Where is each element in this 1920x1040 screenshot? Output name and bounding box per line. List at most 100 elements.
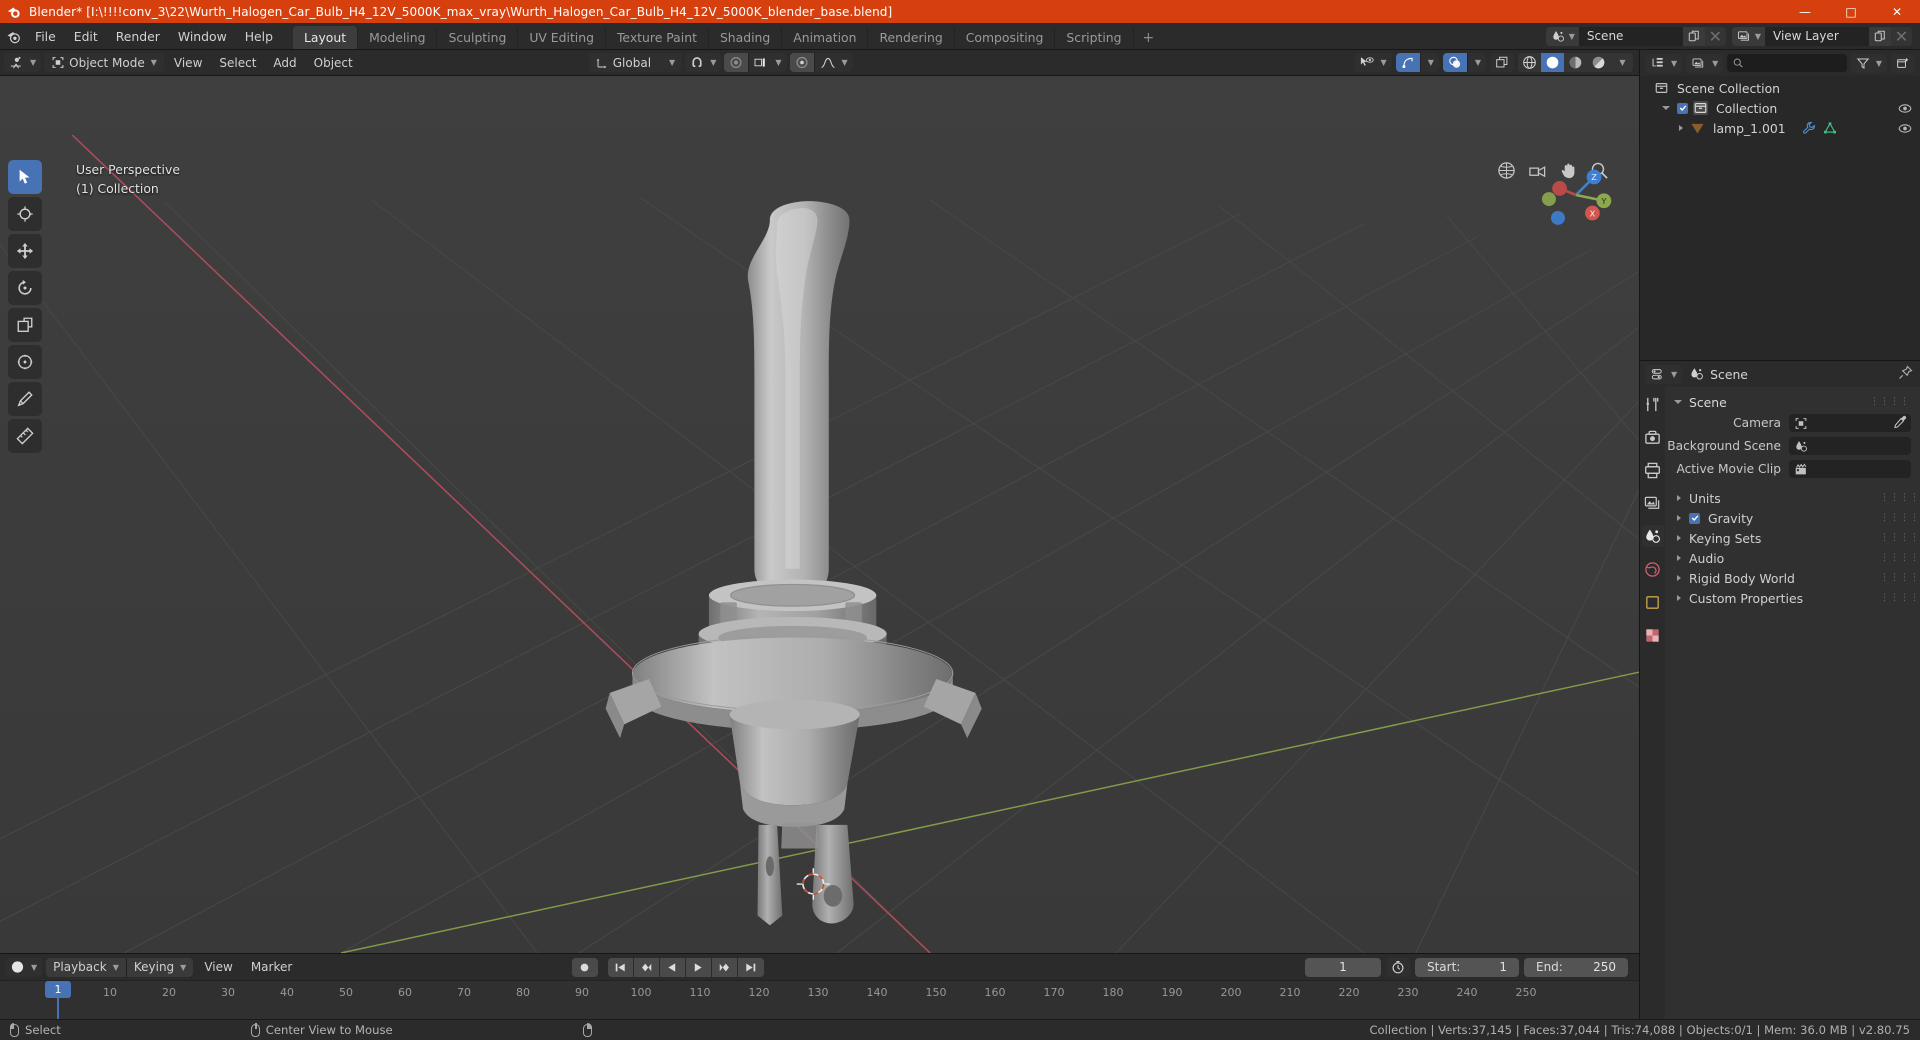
menu-edit[interactable]: Edit [65, 23, 107, 50]
next-keyframe-button[interactable] [711, 957, 738, 977]
viewport-menu-view[interactable]: View [167, 53, 209, 72]
editor-type-selector[interactable]: ▼ [4, 53, 42, 72]
transform-orientation-selector[interactable]: Global ▼ [588, 53, 683, 72]
falloff-curve-selector[interactable]: ▼ [814, 53, 853, 72]
add-workspace-button[interactable]: + [1134, 26, 1164, 49]
properties-tab-render[interactable] [1642, 426, 1664, 448]
tool-measure[interactable] [8, 419, 42, 453]
expand-arrow-icon[interactable] [1679, 125, 1683, 131]
timeline-menu-playback[interactable]: Playback ▼ [46, 957, 126, 977]
tool-scale[interactable] [8, 308, 42, 342]
tool-rotate[interactable] [8, 271, 42, 305]
custom-properties-section[interactable]: Custom Properties ⋮⋮⋮⋮ [1665, 588, 1920, 608]
shading-wireframe-button[interactable] [1518, 53, 1541, 72]
outliner-row-collection[interactable]: Collection [1640, 98, 1920, 118]
menu-render[interactable]: Render [107, 23, 169, 50]
zoom-region-icon[interactable] [1496, 160, 1517, 181]
collection-checkbox[interactable] [1677, 102, 1688, 114]
properties-tab-scene[interactable] [1641, 525, 1664, 547]
mesh-data-icon[interactable] [1823, 121, 1837, 135]
start-frame-field[interactable]: Start: 1 [1414, 957, 1519, 977]
scene-name-field[interactable]: Scene [1578, 26, 1683, 46]
tool-move[interactable] [8, 234, 42, 268]
background-scene-field[interactable] [1789, 437, 1911, 455]
shading-rendered-button[interactable] [1587, 53, 1610, 72]
timeline-menu-view[interactable]: View [197, 958, 239, 977]
proportional-edit-objects-toggle[interactable] [789, 53, 814, 72]
expand-arrow-icon[interactable] [1677, 595, 1681, 601]
show-overlays-toggle[interactable] [1442, 53, 1467, 72]
tool-cursor[interactable] [8, 197, 42, 231]
viewport-menu-object[interactable]: Object [307, 53, 360, 72]
audio-section[interactable]: Audio ⋮⋮⋮⋮ [1665, 548, 1920, 568]
navigation-gizmo[interactable]: Z Y X [1535, 154, 1617, 236]
unlink-scene-button[interactable]: ✕ [1704, 26, 1726, 46]
jump-to-start-button[interactable] [607, 957, 634, 977]
properties-tab-tool[interactable] [1642, 393, 1664, 415]
shading-material-preview-button[interactable] [1564, 53, 1587, 72]
modifier-wrench-icon[interactable] [1802, 121, 1816, 135]
maximize-button[interactable]: □ [1828, 0, 1874, 23]
visibility-selectability-selector[interactable]: ▼ [1353, 53, 1392, 72]
auto-keying-button[interactable] [571, 957, 598, 977]
minimize-button[interactable]: — [1782, 0, 1828, 23]
pin-id-button[interactable] [1898, 364, 1913, 384]
menu-window[interactable]: Window [169, 23, 236, 50]
viewport-menu-add[interactable]: Add [266, 53, 303, 72]
gizmo-options-dropdown[interactable]: ▼ [1420, 53, 1439, 72]
gravity-checkbox[interactable] [1689, 512, 1700, 524]
use-preview-range-button[interactable] [1385, 957, 1410, 977]
outliner-row-lamp-object[interactable]: lamp_1.001 [1640, 118, 1920, 138]
outliner-search-input[interactable] [1748, 56, 1841, 70]
tab-scripting[interactable]: Scripting [1055, 26, 1134, 49]
jump-to-end-button[interactable] [737, 957, 764, 977]
overlays-options-dropdown[interactable]: ▼ [1467, 53, 1486, 72]
units-section[interactable]: Units ⋮⋮⋮⋮ [1665, 488, 1920, 508]
keying-sets-section[interactable]: Keying Sets ⋮⋮⋮⋮ [1665, 528, 1920, 548]
camera-field[interactable] [1789, 414, 1911, 432]
properties-editor-type-selector[interactable]: ▼ [1645, 364, 1683, 384]
toggle-xray-button[interactable] [1490, 53, 1514, 72]
outliner-editor-type-selector[interactable]: ▼ [1645, 53, 1683, 73]
tool-tweak-select[interactable] [8, 160, 42, 194]
remove-view-layer-button[interactable]: ✕ [1891, 26, 1912, 46]
tab-rendering[interactable]: Rendering [868, 26, 955, 49]
proportional-editing-toggle[interactable] [724, 53, 749, 72]
expand-arrow-icon[interactable] [1677, 575, 1681, 581]
expand-arrow-icon[interactable] [1677, 555, 1681, 561]
timeline-editor-type-selector[interactable]: ▼ [5, 957, 43, 977]
tab-layout[interactable]: Layout [292, 26, 359, 49]
properties-tab-texture[interactable] [1642, 624, 1664, 646]
object-visibility-eye-icon[interactable] [1898, 123, 1912, 134]
outliner-row-scene-collection[interactable]: Scene Collection [1640, 78, 1920, 98]
scene-panel-header[interactable]: Scene ⋮⋮⋮⋮ [1665, 391, 1920, 413]
shading-solid-button[interactable] [1541, 53, 1564, 72]
new-collection-button[interactable] [1891, 53, 1915, 73]
timeline-menu-keying[interactable]: Keying ▼ [126, 957, 194, 977]
active-movie-clip-field[interactable] [1789, 460, 1911, 478]
show-gizmo-toggle[interactable] [1395, 53, 1420, 72]
collection-visibility-eye-icon[interactable] [1898, 103, 1912, 114]
gravity-section[interactable]: Gravity ⋮⋮⋮⋮ [1665, 508, 1920, 528]
menu-file[interactable]: File [26, 23, 65, 50]
expand-arrow-icon[interactable] [1677, 515, 1681, 521]
play-reverse-button[interactable] [659, 957, 686, 977]
play-button[interactable] [685, 957, 712, 977]
previous-keyframe-button[interactable] [633, 957, 660, 977]
blender-menu-icon[interactable] [0, 23, 26, 49]
tab-shading[interactable]: Shading [709, 26, 783, 49]
rigid-body-world-section[interactable]: Rigid Body World ⋮⋮⋮⋮ [1665, 568, 1920, 588]
proportional-falloff-selector[interactable]: ▼ [749, 53, 787, 72]
tab-animation[interactable]: Animation [782, 26, 869, 49]
tool-transform[interactable] [8, 345, 42, 379]
outliner-search-box[interactable] [1727, 54, 1847, 72]
timeline-playhead[interactable]: 1 [45, 981, 71, 998]
tab-texture-paint[interactable]: Texture Paint [606, 26, 709, 49]
expand-collapse-arrow-icon[interactable] [1662, 106, 1670, 110]
viewport-menu-select[interactable]: Select [212, 53, 263, 72]
panel-expand-arrow-icon[interactable] [1674, 400, 1682, 404]
tab-uv-editing[interactable]: UV Editing [518, 26, 606, 49]
new-view-layer-button[interactable] [1869, 26, 1891, 46]
properties-tab-world[interactable] [1642, 558, 1664, 580]
close-button[interactable]: ✕ [1874, 0, 1920, 23]
